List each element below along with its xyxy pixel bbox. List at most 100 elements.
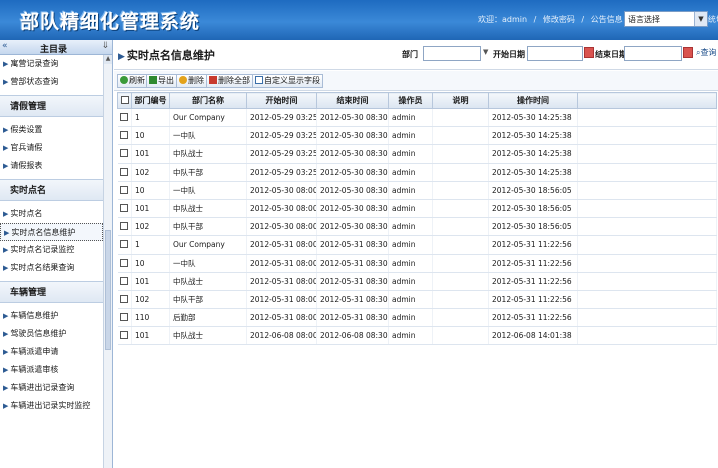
data-table: 部门编号 部门名称 开始时间 结束时间 操作员 说明 操作时间 1 Our Com…	[117, 92, 717, 346]
sidebar-item[interactable]: ▶ 实时点名记录监控	[0, 241, 103, 259]
cell-operator: admin	[388, 181, 433, 200]
table-row[interactable]: 102中队干部2012-05-30 08:00:002012-05-30 08:…	[117, 217, 717, 237]
sidebar-group-header[interactable]: 请假管理	[0, 95, 103, 117]
dept-input[interactable]	[423, 46, 481, 61]
table-row[interactable]: 102中队干部2012-05-31 08:00:002012-05-31 08:…	[117, 290, 717, 310]
row-checkbox[interactable]	[120, 276, 129, 285]
table-row[interactable]: 101中队战士2012-05-30 08:00:002012-05-30 08:…	[117, 199, 717, 219]
sidebar-item[interactable]: ▶ 假类设置	[0, 121, 103, 139]
sidebar-item[interactable]: ▶ 寓营记录查询	[0, 55, 103, 73]
col-start-time[interactable]: 开始时间	[246, 92, 317, 109]
col-operator[interactable]: 操作员	[388, 92, 433, 109]
sidebar-item[interactable]: ▶ 车辆派遣审核	[0, 361, 103, 379]
sidebar-item[interactable]: ▶ 车辆派遣申请	[0, 343, 103, 361]
sidebar-item[interactable]: ▶ 车辆进出记录实时监控	[0, 397, 103, 415]
link-announcements[interactable]: 公告信息	[591, 15, 623, 24]
sidebar-item[interactable]: ▶ 实时点名信息维护	[0, 223, 103, 241]
cell-start-time: 2012-05-31 08:00:00	[246, 308, 317, 328]
sidebar-item[interactable]: ▶ 实时点名	[0, 205, 103, 223]
cell-end-time: 2012-05-30 08:30:00	[316, 199, 389, 219]
row-checkbox[interactable]	[120, 185, 129, 194]
col-dept-name[interactable]: 部门名称	[169, 92, 247, 109]
sidebar-item[interactable]: ▶ 实时点名结果查询	[0, 259, 103, 277]
sidebar-item-label: 车辆进出记录查询	[10, 383, 75, 392]
query-button[interactable]: ⌕查询	[696, 47, 716, 58]
table-row[interactable]: 101中队战士2012-06-08 08:00:002012-06-08 08:…	[117, 326, 717, 346]
select-all-checkbox[interactable]	[120, 96, 129, 104]
checkbox-icon	[255, 76, 263, 84]
row-checkbox[interactable]	[120, 131, 129, 140]
calendar-icon[interactable]	[584, 47, 594, 58]
row-select-cell[interactable]	[117, 326, 132, 346]
chevron-down-icon[interactable]: ▼	[483, 48, 488, 56]
table-row[interactable]: 10一中队2012-05-31 08:00:002012-05-31 08:30…	[117, 254, 717, 273]
sidebar-item[interactable]: ▶ 车辆信息维护	[0, 307, 103, 325]
cell-operation-time: 2012-05-31 11:22:56	[488, 254, 578, 273]
col-description[interactable]: 说明	[432, 92, 489, 109]
table-row[interactable]: 102中队干部2012-05-29 03:25:002012-05-30 08:…	[117, 163, 717, 182]
start-date-input[interactable]	[527, 46, 583, 61]
row-checkbox[interactable]	[120, 167, 129, 176]
row-checkbox[interactable]	[120, 313, 129, 322]
row-checkbox[interactable]	[120, 204, 129, 213]
row-select-cell[interactable]	[117, 254, 132, 273]
triangle-right-icon: ▶	[3, 60, 9, 68]
export-button[interactable]: 导出	[146, 74, 177, 88]
row-select-cell[interactable]	[117, 308, 132, 328]
row-select-cell[interactable]	[117, 126, 132, 146]
col-operation-time[interactable]: 操作时间	[488, 92, 578, 109]
row-select-cell[interactable]	[117, 272, 132, 291]
scroll-thumb[interactable]	[105, 230, 111, 350]
link-change-password[interactable]: 修改密码	[543, 15, 575, 24]
row-checkbox[interactable]	[120, 331, 129, 340]
table-row[interactable]: 1Our Company2012-05-31 08:00:002012-05-3…	[117, 235, 717, 255]
row-checkbox[interactable]	[120, 294, 129, 303]
row-select-cell[interactable]	[117, 199, 132, 219]
refresh-button[interactable]: 刷新	[117, 74, 148, 88]
language-select[interactable]: 语言选择 ▼	[624, 11, 708, 27]
table-row[interactable]: 101中队战士2012-05-29 03:25:002012-05-30 08:…	[117, 144, 717, 164]
col-dept-code[interactable]: 部门编号	[131, 92, 170, 109]
row-checkbox[interactable]	[120, 222, 129, 231]
table-row[interactable]: 1Our Company2012-05-29 03:25:002012-05-3…	[117, 108, 717, 128]
col-end-time[interactable]: 结束时间	[316, 92, 389, 109]
row-select-cell[interactable]	[117, 163, 132, 182]
row-checkbox[interactable]	[120, 113, 129, 122]
sidebar-group-header[interactable]: 实时点名	[0, 179, 103, 201]
row-select-cell[interactable]	[117, 290, 132, 310]
sidebar-item[interactable]: ▶ 营部状态查询	[0, 73, 103, 91]
cell-operation-time: 2012-05-30 14:25:38	[488, 126, 578, 146]
row-checkbox[interactable]	[120, 240, 129, 249]
collapse-icon[interactable]: «	[2, 41, 8, 51]
table-row[interactable]: 110后勤部2012-05-31 08:00:002012-05-31 08:3…	[117, 308, 717, 328]
row-checkbox[interactable]	[120, 258, 129, 267]
scroll-up-icon[interactable]: ▲	[104, 55, 112, 64]
table-row[interactable]: 10一中队2012-05-29 03:25:002012-05-30 08:30…	[117, 126, 717, 146]
row-select-cell[interactable]	[117, 235, 132, 255]
row-select-cell[interactable]	[117, 108, 132, 128]
sidebar-item[interactable]: ▶ 官兵请假	[0, 139, 103, 157]
sidebar-item[interactable]: ▶ 请假报表	[0, 157, 103, 175]
table-row[interactable]: 101中队战士2012-05-31 08:00:002012-05-31 08:…	[117, 272, 717, 291]
row-select-cell[interactable]	[117, 181, 132, 200]
custom-fields-button[interactable]: 自定义显示字段	[252, 74, 323, 88]
cell-end-time: 2012-05-30 08:30:00	[316, 108, 389, 128]
cell-description	[432, 308, 489, 328]
sidebar-item[interactable]: ▶ 车辆进出记录查询	[0, 379, 103, 397]
pin-icon[interactable]: ⇓	[101, 41, 109, 51]
sidebar-item[interactable]: ▶ 驾驶员信息维护	[0, 325, 103, 343]
select-all-cell[interactable]	[117, 92, 132, 109]
delete-all-button[interactable]: 删除全部	[206, 74, 253, 88]
row-checkbox[interactable]	[120, 149, 129, 158]
end-date-input[interactable]	[624, 46, 682, 61]
delete-button[interactable]: 删除	[176, 74, 207, 88]
triangle-right-icon: ▶	[3, 144, 9, 152]
arrow-icon: ▶	[118, 52, 125, 62]
table-row[interactable]: 10一中队2012-05-30 08:00:002012-05-30 08:30…	[117, 181, 717, 200]
row-select-cell[interactable]	[117, 217, 132, 237]
sidebar-scrollbar[interactable]: ▲	[103, 55, 112, 468]
chevron-down-icon[interactable]: ▼	[694, 12, 707, 26]
row-select-cell[interactable]	[117, 144, 132, 164]
sidebar-group-header[interactable]: 车辆管理	[0, 281, 103, 303]
calendar-icon[interactable]	[683, 47, 693, 58]
